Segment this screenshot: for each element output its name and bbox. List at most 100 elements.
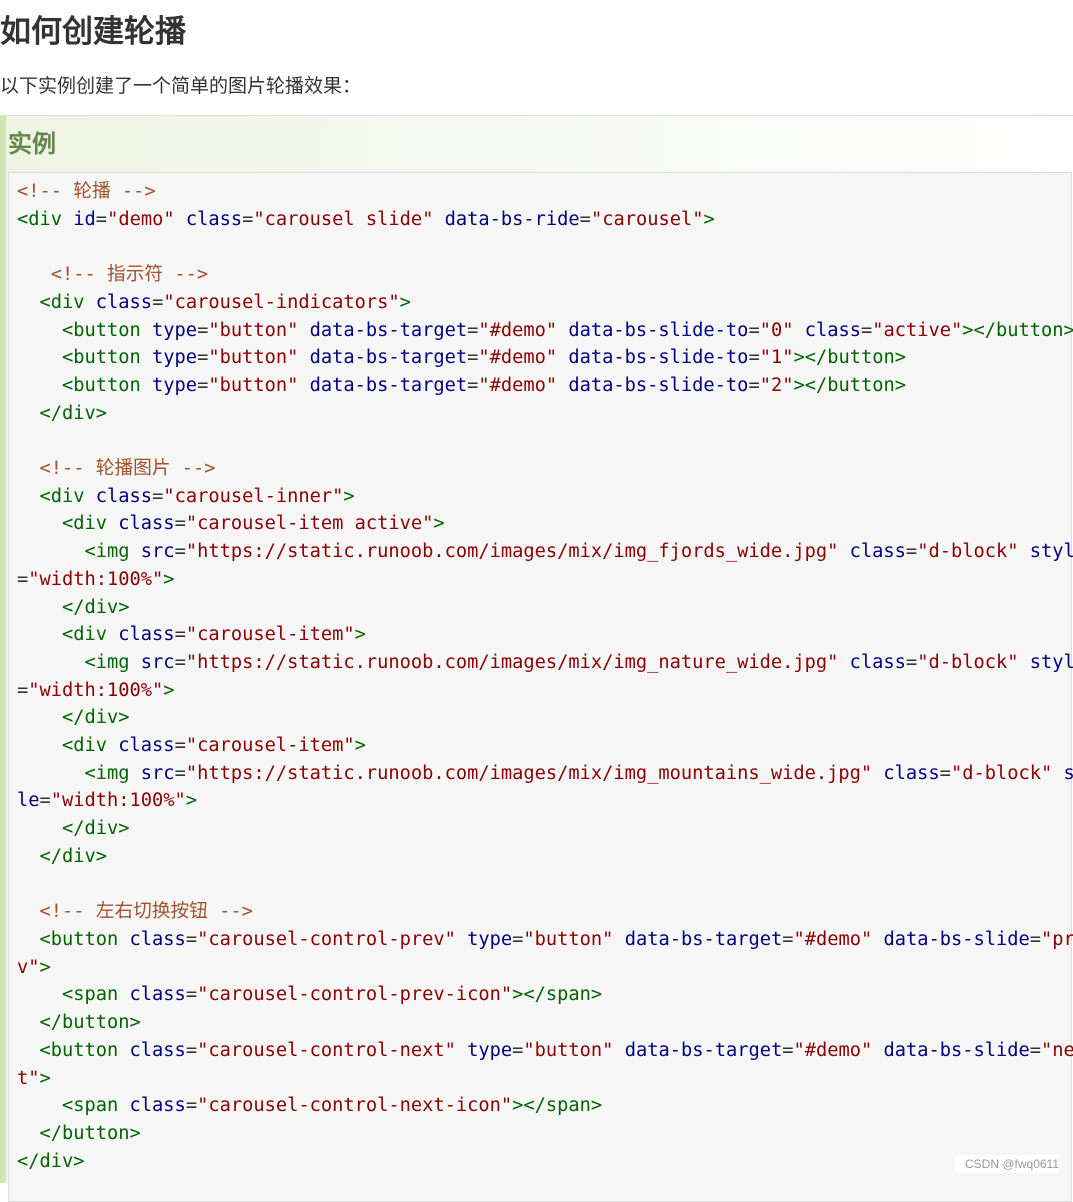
code-token: "d-block" xyxy=(950,762,1053,784)
code-line: <div class="carousel-inner"> xyxy=(17,483,1071,511)
code-token: = xyxy=(905,651,918,673)
code-token: <button xyxy=(39,1039,119,1061)
code-token: data-bs-target xyxy=(309,374,468,396)
code-line: <div id="demo" class="carousel slide" da… xyxy=(17,206,1071,234)
code-token: <div xyxy=(39,291,85,313)
code-token: <img xyxy=(84,762,130,784)
code-line: </button> xyxy=(17,1009,1071,1037)
code-token: data-bs-ride xyxy=(444,208,580,230)
code-line: <div class="carousel-item"> xyxy=(17,732,1071,760)
code-line: ="width:100%"> xyxy=(17,566,1071,594)
code-token: "carousel-control-prev-icon" xyxy=(197,984,513,1006)
code-token: <span xyxy=(62,1095,119,1117)
code-token: data-bs-target xyxy=(624,928,783,950)
code-token: class xyxy=(118,624,175,646)
code-token: ></button> xyxy=(793,347,906,369)
code-token: </button> xyxy=(39,1122,141,1144)
code-token: </div> xyxy=(62,818,130,840)
code-token: = xyxy=(174,624,186,646)
code-token: "width:100%" xyxy=(50,790,186,812)
code-token: = xyxy=(17,568,29,590)
code-line: <!-- 左右切换按钮 --> xyxy=(17,898,1071,926)
code-token: <button xyxy=(39,928,119,950)
code-token: "carousel-item" xyxy=(185,735,355,757)
code-token: = xyxy=(512,928,524,950)
code-line: </div> xyxy=(17,1148,1071,1176)
code-token: "2" xyxy=(759,374,794,396)
code-token: > xyxy=(185,790,198,812)
code-line: <span class="carousel-control-next-icon"… xyxy=(17,1092,1071,1120)
code-token: "0" xyxy=(759,319,794,341)
code-line: <span class="carousel-control-prev-icon"… xyxy=(17,981,1071,1009)
code-token: > xyxy=(354,735,366,757)
code-token: <div xyxy=(62,624,108,646)
code-line: </div> xyxy=(17,704,1071,732)
code-token: = xyxy=(197,319,209,341)
code-block[interactable]: <!-- 轮播 --> <div id="demo" class="carouse… xyxy=(8,172,1073,1202)
code-token: = xyxy=(39,790,51,812)
code-token: ></span> xyxy=(512,1095,603,1117)
code-token: <img xyxy=(84,541,130,563)
code-token: "demo" xyxy=(107,208,175,230)
code-token: "nex xyxy=(1041,1039,1073,1061)
code-token: type xyxy=(152,374,198,396)
code-token: "button" xyxy=(208,319,299,341)
code-token: class xyxy=(129,928,186,950)
code-token: </div> xyxy=(39,402,108,424)
code-token: > xyxy=(39,956,51,978)
code-token: "https://static.runoob.com/images/mix/im… xyxy=(185,651,839,673)
code-token: = xyxy=(152,291,164,313)
code-token: "active" xyxy=(872,319,963,341)
code-token: "carousel slide" xyxy=(253,208,434,230)
code-token: "button" xyxy=(523,1039,614,1061)
code-token: <span xyxy=(62,984,119,1006)
code-token: data-bs-target xyxy=(309,347,468,369)
code-token: "#demo" xyxy=(478,319,558,341)
code-token: "#demo" xyxy=(793,1039,873,1061)
code-token: <button xyxy=(62,374,141,396)
code-token: = xyxy=(174,513,186,535)
code-line: <button class="carousel-control-prev" ty… xyxy=(17,926,1073,954)
code-token: > xyxy=(703,208,715,230)
code-token: class xyxy=(804,319,861,341)
code-token: type xyxy=(467,928,513,950)
code-line: <!-- 指示符 --> xyxy=(17,261,1071,289)
code-token: = xyxy=(197,347,209,369)
code-token: "button" xyxy=(208,347,299,369)
code-token: = xyxy=(185,1095,198,1117)
code-token: = xyxy=(467,319,479,341)
code-token: v" xyxy=(17,956,40,978)
code-line: <button type="button" data-bs-target="#d… xyxy=(17,372,1071,400)
code-token: = xyxy=(17,679,29,701)
code-token: sty xyxy=(1063,762,1073,784)
code-line: <img src="https://static.runoob.com/imag… xyxy=(17,760,1073,788)
code-token: <div xyxy=(17,208,63,230)
code-line: <div class="carousel-item"> xyxy=(17,621,1071,649)
